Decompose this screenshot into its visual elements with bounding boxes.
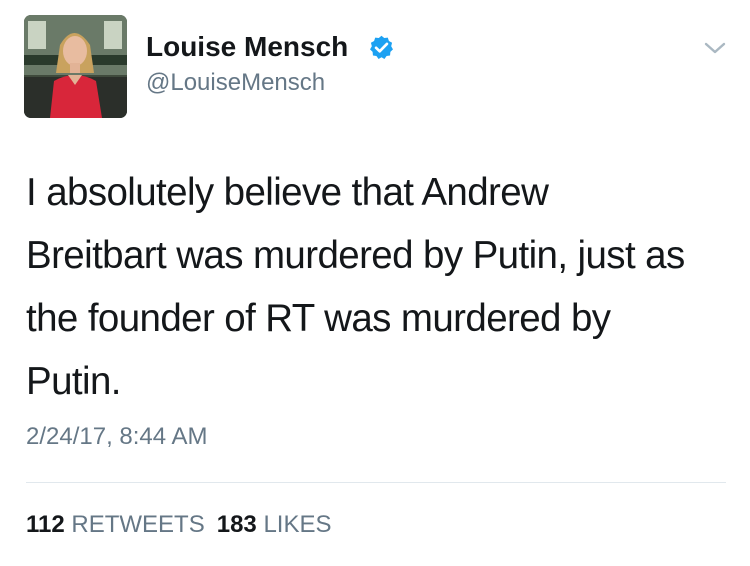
chevron-down-icon[interactable] [702, 38, 728, 58]
likes-label: LIKES [263, 511, 332, 538]
likes-stat[interactable]: 183 LIKES [217, 511, 332, 538]
avatar[interactable] [24, 15, 127, 118]
tweet-text-line: Breitbart was murdered by Putin, just as [26, 234, 685, 277]
tweet-text-line: I absolutely believe that Andrew [26, 171, 549, 214]
verified-badge-icon [370, 35, 393, 59]
tweet-timestamp[interactable]: 2/24/17, 8:44 AM [26, 422, 207, 452]
likes-count: 183 [216, 511, 257, 538]
retweets-label: RETWEETS [71, 511, 205, 538]
tweet-text-line: Putin. [26, 360, 121, 403]
tweet-text-line: the founder of RT was murdered by [26, 297, 611, 340]
divider [26, 482, 726, 483]
display-name[interactable]: Louise Mensch [146, 30, 348, 64]
user-handle[interactable]: @LouiseMensch [146, 68, 325, 98]
tweet-stats: 112 RETWEETS 183 LIKES [26, 510, 332, 540]
retweets-stat[interactable]: 112 RETWEETS [26, 511, 205, 538]
tweet-text: I absolutely believe that Andrew Breitba… [26, 161, 736, 413]
tweet-card: Louise Mensch @LouiseMensch I absolutely… [0, 0, 750, 566]
retweets-count: 112 [26, 511, 65, 538]
